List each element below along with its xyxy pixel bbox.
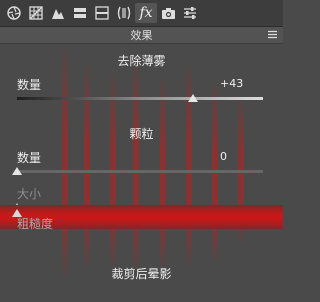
- camera-icon: [161, 8, 175, 19]
- tool-tone-curve[interactable]: [25, 3, 47, 23]
- grain-amount-value[interactable]: 0: [220, 150, 227, 163]
- tool-basic[interactable]: [3, 3, 25, 23]
- dehaze-section-title: 去除薄雾: [117, 54, 166, 68]
- dehaze-amount-value[interactable]: +43: [220, 77, 243, 90]
- tool-presets[interactable]: [179, 3, 201, 23]
- grain-roughness-slider-thumb[interactable]: [12, 209, 22, 217]
- lens-brackets-icon: [117, 6, 131, 20]
- watermark-streak: [186, 60, 192, 270]
- watermark-streak: [62, 45, 68, 280]
- tool-camera-calibration[interactable]: [157, 3, 179, 23]
- grain-amount-label: 数量: [17, 151, 42, 165]
- tool-detail[interactable]: [47, 3, 69, 23]
- split-panels-icon: [74, 8, 86, 18]
- grain-roughness-label: 粗糙度: [17, 217, 54, 231]
- tool-lens-corrections[interactable]: [113, 3, 135, 23]
- panel-toolbar: fx: [0, 0, 283, 27]
- dehaze-amount-label: 数量: [17, 78, 42, 92]
- panel-header: 效果: [0, 27, 283, 44]
- tool-hsl[interactable]: [69, 3, 91, 23]
- dehaze-amount-slider[interactable]: [17, 97, 263, 100]
- sliders-panel-icon: [95, 6, 109, 20]
- grid-icon: [29, 6, 43, 20]
- vignette-section-title: 裁剪后晕影: [111, 267, 172, 281]
- panel-title: 效果: [130, 29, 153, 42]
- panel-menu-icon[interactable]: [268, 30, 277, 39]
- watermark-streak: [84, 60, 90, 270]
- grain-amount-slider-thumb[interactable]: [12, 167, 22, 175]
- tool-effects[interactable]: fx: [135, 3, 157, 23]
- fx-icon: fx: [139, 5, 153, 21]
- tool-split-toning[interactable]: [91, 3, 113, 23]
- grain-size-label: 大小: [17, 187, 42, 201]
- grain-amount-slider[interactable]: [17, 170, 263, 173]
- dehaze-amount-slider-thumb[interactable]: [187, 94, 198, 102]
- presets-icon: [184, 7, 196, 19]
- watermark-streak: [133, 55, 139, 275]
- grain-section-title: 颗粒: [129, 127, 154, 141]
- mountain-icon: [52, 9, 64, 19]
- aperture-icon: [7, 6, 21, 20]
